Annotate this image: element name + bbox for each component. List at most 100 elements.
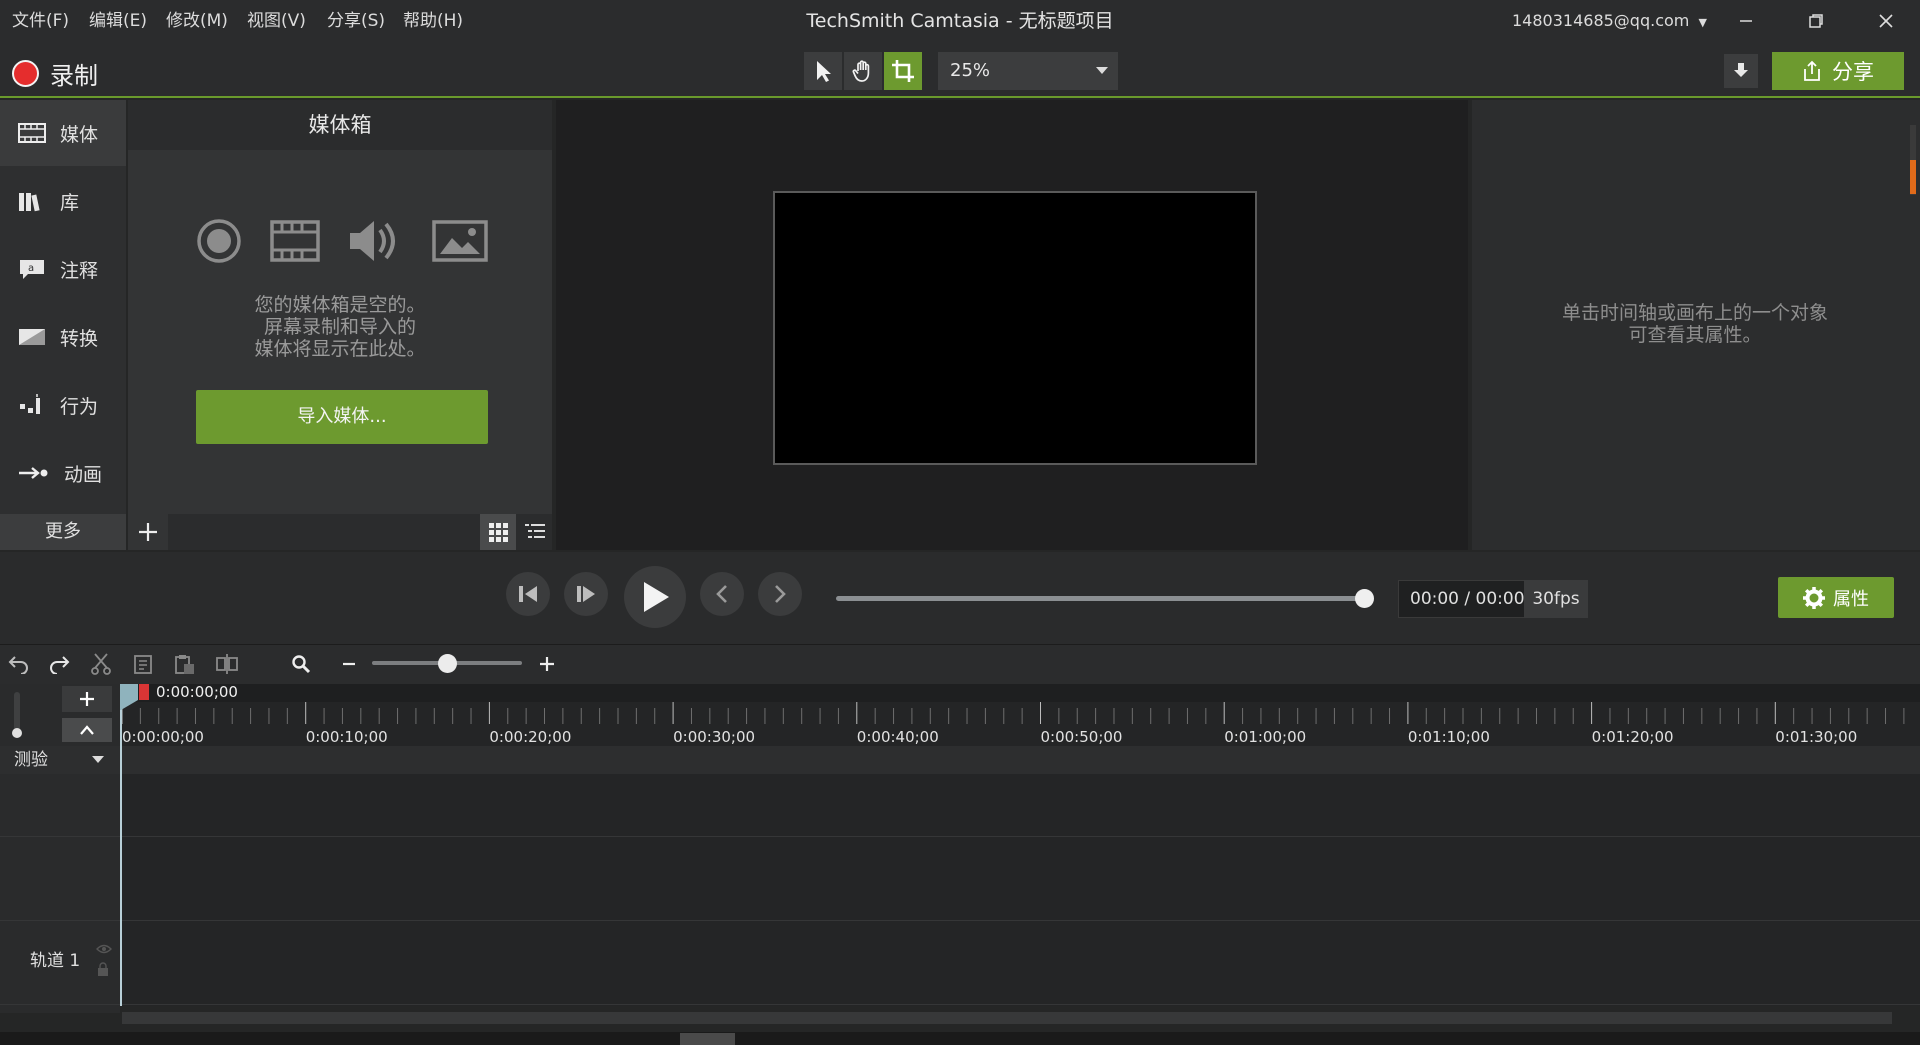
scissors-icon: [91, 653, 111, 675]
restore-button[interactable]: [1788, 0, 1844, 42]
animation-icon: [19, 467, 48, 479]
ruler-tick-label: 0:00:40;00: [856, 728, 939, 746]
playback-scrubber[interactable]: [836, 596, 1364, 601]
record-media-icon: [196, 218, 242, 264]
track-height-slider[interactable]: [14, 692, 20, 732]
library-icon: [19, 193, 40, 212]
minimize-button[interactable]: [1718, 0, 1774, 42]
lock-icon[interactable]: [97, 962, 109, 976]
ruler-tick-label: 0:00:30;00: [673, 728, 756, 746]
chevron-left-icon: [716, 585, 727, 603]
hand-icon: [852, 60, 870, 82]
sidebar-item-media[interactable]: 媒体: [0, 100, 126, 166]
search-icon: [292, 655, 311, 674]
pan-tool-button[interactable]: [844, 52, 882, 90]
minus-icon: [343, 662, 355, 666]
step-back-button[interactable]: [506, 572, 550, 616]
export-download-button[interactable]: [1724, 54, 1758, 88]
sidebar-item-library[interactable]: 库: [0, 168, 126, 234]
previous-clip-button[interactable]: [700, 572, 744, 616]
sidebar-item-behaviors[interactable]: 行为: [0, 372, 126, 438]
menu-share[interactable]: 分享(S): [327, 0, 385, 42]
sidebar-item-label: 行为: [60, 395, 99, 418]
empty-message-line: 媒体将显示在此处。: [254, 338, 426, 360]
sidebar-item-label: 动画: [64, 463, 103, 486]
status-scroll-thumb[interactable]: [680, 1033, 735, 1045]
ruler-top-band: [120, 684, 1920, 702]
track-divider: [0, 920, 1920, 921]
cut-button[interactable]: [82, 644, 120, 684]
collapse-tracks-button[interactable]: [62, 718, 112, 742]
playhead-marker[interactable]: [139, 684, 149, 700]
crop-tool-button[interactable]: [884, 52, 922, 90]
status-bar: [0, 1032, 1920, 1045]
timeline-tracks[interactable]: [120, 774, 1920, 1006]
sidebar-item-annotations[interactable]: a 注释: [0, 236, 126, 302]
playhead-time: 0:00:00;00: [156, 683, 238, 701]
share-button-label: 分享: [1832, 60, 1874, 84]
track-group-label[interactable]: 测验: [14, 746, 48, 774]
step-forward-icon: [577, 586, 595, 602]
share-button[interactable]: 分享: [1772, 52, 1904, 90]
menu-help[interactable]: 帮助(H): [403, 0, 463, 42]
sidebar-item-animations[interactable]: 动画: [0, 440, 126, 506]
play-button[interactable]: [624, 566, 686, 628]
record-button-label[interactable]: 录制: [50, 56, 98, 91]
eye-icon[interactable]: [96, 944, 112, 954]
play-icon: [644, 582, 669, 612]
list-icon: [525, 524, 545, 538]
account-menu[interactable]: 1480314685@qq.com ▼: [1512, 0, 1707, 42]
grid-view-button[interactable]: [480, 514, 516, 550]
ruler-tick-label: 0:00:10;00: [305, 728, 388, 746]
close-button[interactable]: [1858, 0, 1914, 42]
add-track-button[interactable]: [62, 686, 112, 712]
menu-file[interactable]: 文件(F): [12, 0, 69, 42]
crop-icon: [892, 60, 914, 82]
arrow-pointer-icon: [817, 61, 831, 82]
track-label[interactable]: 轨道 1: [30, 946, 80, 971]
record-icon[interactable]: [12, 60, 39, 87]
undo-button[interactable]: [0, 644, 38, 684]
menu-edit[interactable]: 编辑(E): [89, 0, 147, 42]
plus-icon: [80, 692, 94, 706]
step-forward-button[interactable]: [564, 572, 608, 616]
audio-media-icon: [348, 218, 404, 264]
ruler-tick-label: 0:01:00;00: [1224, 728, 1307, 746]
timeline-zoom-handle[interactable]: [438, 654, 457, 673]
sidebar-item-label: 媒体: [60, 123, 99, 146]
add-button[interactable]: [128, 514, 168, 550]
playhead-handle[interactable]: [120, 684, 138, 710]
menu-modify[interactable]: 修改(M): [166, 0, 228, 42]
close-icon: [1879, 14, 1893, 28]
svg-text:a: a: [28, 263, 34, 274]
paste-button[interactable]: [166, 644, 204, 684]
sidebar-item-transitions[interactable]: 转换: [0, 304, 126, 370]
import-media-button[interactable]: 导入媒体...: [196, 390, 488, 444]
zoom-dropdown[interactable]: 25%: [938, 52, 1118, 90]
chevron-down-icon: ▼: [1698, 16, 1707, 29]
split-button[interactable]: [208, 644, 246, 684]
ruler-tick-label: 0:01:30;00: [1775, 728, 1858, 746]
timeline-scrollbar[interactable]: [122, 1012, 1892, 1024]
annotation-icon: a: [20, 260, 44, 279]
properties-button[interactable]: 属性: [1778, 577, 1894, 618]
next-clip-button[interactable]: [758, 572, 802, 616]
scrubber-handle[interactable]: [1355, 589, 1374, 608]
menu-view[interactable]: 视图(V): [247, 0, 306, 42]
ruler-tick-label: 0:00:20;00: [489, 728, 572, 746]
more-tools-button[interactable]: 更多: [0, 514, 126, 550]
properties-scrollbar-thumb[interactable]: [1910, 160, 1916, 194]
zoom-in-button[interactable]: [528, 644, 566, 684]
redo-button[interactable]: [40, 644, 78, 684]
zoom-to-fit-button[interactable]: [282, 644, 320, 684]
zoom-out-button[interactable]: [330, 644, 368, 684]
copy-button[interactable]: [124, 644, 162, 684]
list-view-button[interactable]: [518, 514, 552, 550]
select-tool-button[interactable]: [804, 52, 842, 90]
preview-canvas[interactable]: [773, 191, 1257, 465]
caret-down-icon[interactable]: [92, 746, 104, 774]
restore-icon: [1809, 14, 1823, 28]
share-icon: [1804, 60, 1820, 81]
plus-icon: [139, 523, 157, 541]
track-height-handle[interactable]: [12, 728, 22, 738]
